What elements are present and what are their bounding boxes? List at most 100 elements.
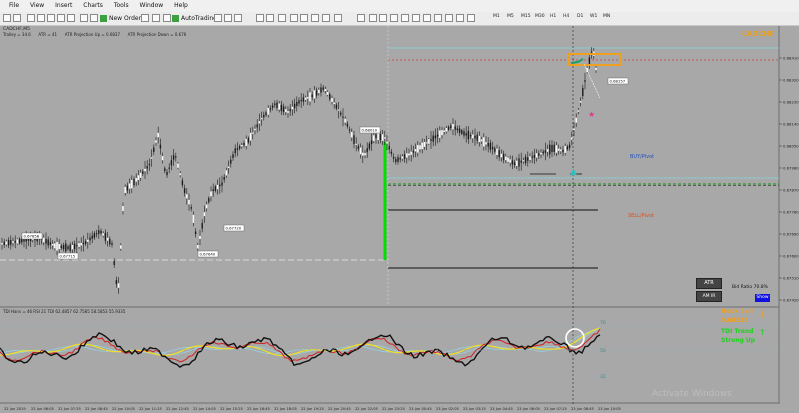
- menu-help[interactable]: Help: [174, 2, 188, 9]
- candle-body: [49, 242, 52, 245]
- menu-insert[interactable]: Insert: [55, 2, 72, 9]
- channel-icon[interactable]: [423, 14, 431, 22]
- profiles-icon[interactable]: [13, 14, 21, 22]
- menu-charts[interactable]: Charts: [83, 2, 103, 9]
- hook-sell-label: Hook Sell: [721, 308, 753, 315]
- market-watch-icon[interactable]: [27, 14, 35, 22]
- crosshair-icon[interactable]: [379, 14, 387, 22]
- price-tag-label: 0.67715: [60, 254, 76, 259]
- vertical-line-icon[interactable]: [390, 14, 398, 22]
- price-tag-label: 0.67640: [200, 252, 216, 257]
- x-tick-label: 23 Jun 04:45: [490, 407, 513, 411]
- candle-body: [155, 140, 157, 143]
- candle-body: [135, 178, 137, 182]
- candle-body: [210, 191, 212, 197]
- atr-button[interactable]: ATR: [696, 278, 722, 289]
- candle-body: [307, 96, 309, 99]
- candle-body: [364, 153, 366, 156]
- menu-window[interactable]: Window: [140, 2, 164, 9]
- candle-body: [100, 230, 102, 234]
- candle-body: [14, 240, 16, 243]
- x-tick-label: 23 Jun 10:05: [598, 407, 621, 411]
- tf-m5[interactable]: M5: [507, 14, 514, 19]
- candle-body: [480, 139, 483, 142]
- candle-body: [311, 94, 313, 98]
- arrows-icon[interactable]: [467, 14, 475, 22]
- new-chart-icon[interactable]: [3, 14, 11, 22]
- price-tag-label: 0.68010: [362, 128, 378, 133]
- text-icon[interactable]: [445, 14, 453, 22]
- chart-shift-icon[interactable]: [300, 14, 308, 22]
- zoom-in-icon[interactable]: [256, 14, 264, 22]
- am-ir-button[interactable]: AM IR: [696, 291, 722, 302]
- candle-body: [392, 156, 395, 159]
- x-tick-label: 22 Jun 22:05: [355, 407, 378, 411]
- autoscroll-icon[interactable]: [290, 14, 298, 22]
- candle-body: [43, 237, 45, 243]
- navigator-icon[interactable]: [47, 14, 55, 22]
- templates-icon[interactable]: [334, 14, 342, 22]
- show-button[interactable]: Show: [755, 294, 770, 302]
- tester-icon[interactable]: [67, 14, 75, 22]
- label-icon[interactable]: [456, 14, 464, 22]
- horizontal-line-icon[interactable]: [401, 14, 409, 22]
- metaeditor-icon[interactable]: [90, 14, 98, 22]
- data-window-icon[interactable]: [37, 14, 45, 22]
- candle-body: [428, 139, 430, 144]
- candle-body: [186, 194, 188, 199]
- tile-icon[interactable]: [278, 14, 286, 22]
- periods-icon[interactable]: [322, 14, 330, 22]
- zoom-out-icon[interactable]: [266, 14, 274, 22]
- tf-w1[interactable]: W1: [590, 14, 597, 19]
- tf-h1[interactable]: H1: [550, 14, 556, 19]
- grid-icon[interactable]: [357, 14, 365, 22]
- tf-m1[interactable]: M1: [493, 14, 500, 19]
- candle-body: [320, 87, 322, 93]
- candle-body: [56, 241, 58, 251]
- candle-body: [245, 138, 247, 146]
- candle-chart-icon[interactable]: [224, 14, 232, 22]
- fibonacci-icon[interactable]: [434, 14, 442, 22]
- tf-mn[interactable]: MN: [603, 14, 610, 19]
- candle-body: [335, 104, 338, 109]
- trendline-icon[interactable]: [412, 14, 420, 22]
- menu-tools[interactable]: Tools: [114, 2, 129, 9]
- hook-sell-value: 0.68238: [721, 317, 749, 324]
- tf-h4[interactable]: H4: [563, 14, 569, 19]
- candle-body: [302, 97, 305, 102]
- candle-body: [142, 171, 144, 174]
- options-icon[interactable]: [163, 14, 171, 22]
- terminal-icon[interactable]: [57, 14, 65, 22]
- candle-body: [500, 153, 503, 158]
- candle-body: [199, 235, 201, 239]
- cursor-icon[interactable]: [369, 14, 377, 22]
- candle-body: [115, 280, 118, 285]
- autotrading-button[interactable]: AutoTrading: [172, 13, 217, 24]
- candle-body: [447, 126, 450, 130]
- y-tick-label: 0.67600: [783, 254, 799, 259]
- new-order-button[interactable]: New Order: [100, 13, 141, 24]
- line-chart-icon[interactable]: [234, 14, 242, 22]
- y-tick-label: 0.67780: [783, 210, 799, 215]
- menu-view[interactable]: View: [30, 2, 44, 9]
- indicators-list-icon[interactable]: [311, 14, 319, 22]
- y-tick-label: 0.68410: [783, 56, 799, 61]
- bar-chart-icon[interactable]: [214, 14, 222, 22]
- tf-m15[interactable]: M15: [521, 14, 531, 19]
- menu-file[interactable]: File: [9, 2, 19, 9]
- candle-body: [71, 245, 74, 250]
- candle-body: [289, 108, 291, 112]
- candle-body: [381, 134, 384, 141]
- plus-icon: [100, 15, 107, 22]
- signals-icon[interactable]: [141, 14, 149, 22]
- candle-body: [478, 135, 481, 143]
- tf-m30[interactable]: M30: [535, 14, 545, 19]
- candle-body: [131, 179, 133, 189]
- market-icon[interactable]: [152, 14, 160, 22]
- candle-body: [124, 186, 126, 193]
- y-tick-label: 0.67960: [783, 166, 799, 171]
- tf-d1[interactable]: D1: [577, 14, 583, 19]
- candle-body: [89, 237, 91, 241]
- indicators-icon[interactable]: [80, 14, 88, 22]
- candle-body: [157, 132, 159, 138]
